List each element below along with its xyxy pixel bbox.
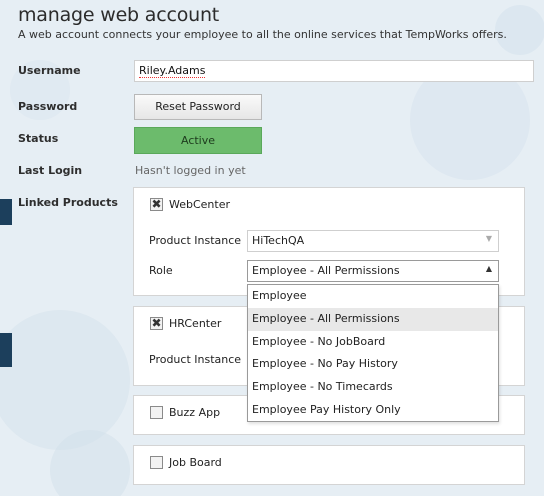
last-login-label: Last Login: [18, 164, 83, 177]
role-value: Employee - All Permissions: [252, 264, 400, 277]
webcenter-panel: ✖ WebCenter Product Instance HiTechQA ▼ …: [133, 187, 525, 296]
password-label: Password: [18, 100, 78, 113]
product-instance-label: Product Instance: [149, 234, 242, 247]
role-option[interactable]: Employee - No JobBoard: [248, 331, 498, 354]
hrcenter-checkbox[interactable]: ✖: [150, 317, 163, 330]
role-option[interactable]: Employee Pay History Only: [248, 399, 498, 422]
chevron-up-icon: ▲: [485, 264, 492, 273]
role-option[interactable]: Employee - No Timecards: [248, 376, 498, 399]
product-instance-value: HiTechQA: [252, 234, 305, 247]
reset-password-button[interactable]: Reset Password: [134, 94, 262, 120]
role-option[interactable]: Employee - No Pay History: [248, 353, 498, 376]
username-field[interactable]: Riley.Adams: [134, 60, 534, 82]
linked-products-label: Linked Products: [18, 196, 118, 209]
role-select[interactable]: Employee - All Permissions ▲: [247, 260, 499, 282]
buzzapp-checkbox[interactable]: [150, 406, 163, 419]
role-option[interactable]: Employee: [248, 285, 498, 308]
last-login-value: Hasn't logged in yet: [135, 164, 246, 177]
page-subtitle: A web account connects your employee to …: [18, 28, 507, 41]
status-label: Status: [18, 132, 59, 145]
role-dropdown-list: Employee Employee - All Permissions Empl…: [247, 284, 499, 422]
side-tab-marker: [0, 199, 12, 225]
product-instance-label: Product Instance: [149, 353, 242, 366]
webcenter-checkbox[interactable]: ✖: [150, 198, 163, 211]
jobboard-name: Job Board: [169, 456, 222, 469]
username-label: Username: [18, 64, 81, 77]
webcenter-name: WebCenter: [169, 198, 231, 211]
side-tab-marker: [0, 333, 12, 367]
jobboard-checkbox[interactable]: [150, 456, 163, 469]
jobboard-panel: Job Board: [133, 445, 525, 485]
role-option-selected[interactable]: Employee - All Permissions: [248, 307, 498, 331]
hrcenter-name: HRCenter: [169, 317, 222, 330]
page-title: manage web account: [18, 4, 220, 26]
product-instance-select[interactable]: HiTechQA ▼: [247, 230, 499, 252]
username-value: Riley.Adams: [139, 64, 206, 78]
buzzapp-name: Buzz App: [169, 406, 221, 419]
status-toggle-button[interactable]: Active: [134, 127, 262, 154]
chevron-down-icon: ▼: [485, 234, 492, 243]
role-label: Role: [149, 264, 173, 277]
